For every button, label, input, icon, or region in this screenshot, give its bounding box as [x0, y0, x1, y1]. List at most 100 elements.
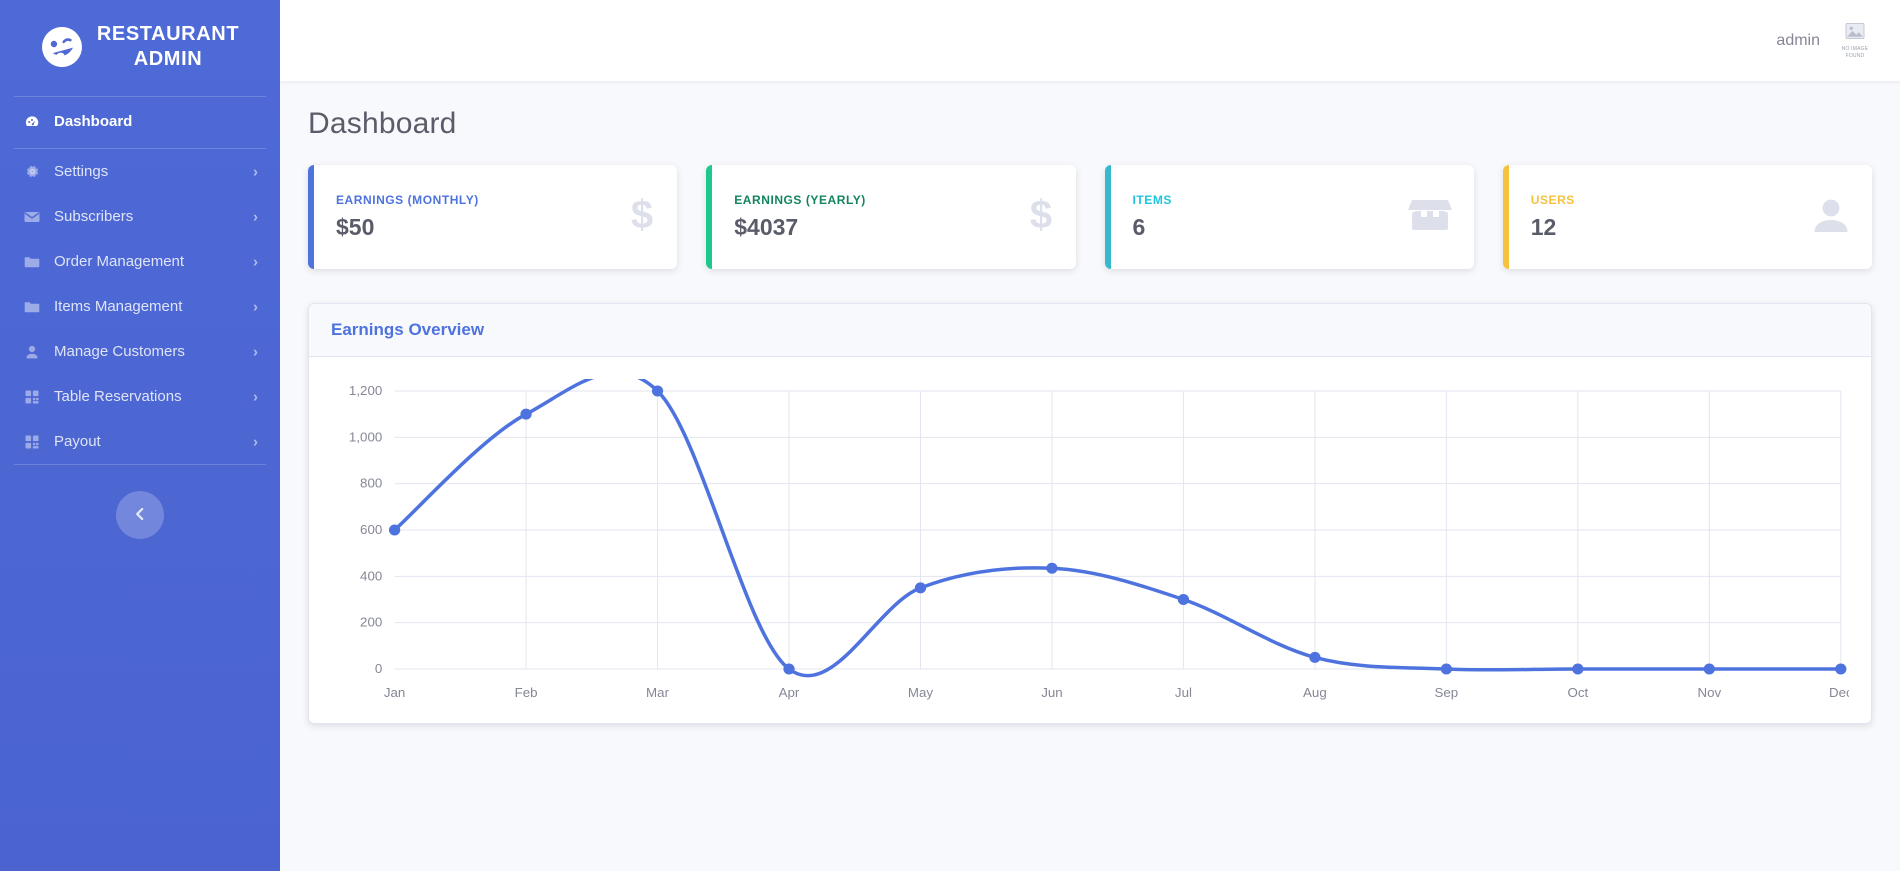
sidebar-item-label: Settings [54, 163, 108, 180]
chevron-right-icon: › [253, 298, 258, 315]
gauge-icon [22, 114, 42, 130]
user-icon [1812, 197, 1850, 238]
chart-data-point [520, 409, 531, 420]
avatar-caption: NO IMAGE FOUND [1842, 46, 1869, 59]
sidebar-item-manage-customers[interactable]: Manage Customers › [0, 329, 280, 374]
sidebar-item-label: Order Management [54, 253, 184, 270]
wink-smiley-icon [36, 21, 87, 72]
folder-icon [22, 256, 42, 268]
stat-card-earnings-monthly[interactable]: EARNINGS (MONTHLY) $50 $ [308, 165, 677, 269]
sidebar-item-label: Dashboard [54, 113, 132, 130]
dollar-icon: $ [629, 195, 655, 240]
stat-card-label: USERS [1531, 193, 1575, 207]
sidebar-item-settings[interactable]: Settings › [0, 149, 280, 194]
sidebar-nav: Dashboard [0, 97, 280, 148]
sidebar-nav-sections: Settings › Subscribers › [0, 149, 280, 464]
x-axis-tick-label: Aug [1303, 685, 1327, 700]
stat-card-text: EARNINGS (MONTHLY) $50 [336, 193, 479, 241]
dollar-icon: $ [1028, 195, 1054, 240]
sidebar-item-subscribers[interactable]: Subscribers › [0, 194, 280, 239]
chevron-right-icon: › [253, 208, 258, 225]
stat-cards: EARNINGS (MONTHLY) $50 $ EARNINGS (YEARL… [308, 165, 1872, 269]
sidebar-divider-bottom [14, 464, 266, 465]
store-icon [1408, 198, 1452, 237]
x-axis-tick-label: Jan [384, 685, 405, 700]
brand-logo[interactable]: RESTAURANT ADMIN [0, 0, 280, 96]
stat-card-text: EARNINGS (YEARLY) $4037 [734, 193, 866, 241]
stat-card-label: ITEMS [1133, 193, 1172, 207]
envelope-icon [22, 211, 42, 223]
svg-text:$: $ [631, 195, 653, 235]
stat-card-text: ITEMS 6 [1133, 193, 1172, 241]
avatar-caption-line-2: FOUND [1846, 53, 1865, 59]
avatar[interactable]: NO IMAGE FOUND [1832, 22, 1878, 59]
sidebar-item-table-reservations[interactable]: Table Reservations › [0, 374, 280, 419]
sidebar-item-payout[interactable]: Payout › [0, 419, 280, 464]
chart-data-point [1704, 664, 1715, 675]
brand-line-2: ADMIN [134, 48, 203, 70]
stat-card-value: 6 [1133, 214, 1172, 241]
sidebar-item-label: Table Reservations [54, 388, 182, 405]
y-axis-tick-label: 1,200 [349, 383, 382, 398]
chart-data-point [1572, 664, 1583, 675]
sidebar-item-label: Manage Customers [54, 343, 185, 360]
grid-icon [22, 435, 42, 449]
user-icon [22, 345, 42, 359]
x-axis-tick-label: Nov [1697, 685, 1721, 700]
chevron-right-icon: › [253, 163, 258, 180]
chart-data-point [1046, 563, 1057, 574]
y-axis-tick-label: 200 [360, 615, 382, 630]
chart-data-point [1178, 594, 1189, 605]
chart-data-point [1309, 652, 1320, 663]
x-axis-tick-label: Apr [779, 685, 800, 700]
x-axis-tick-label: May [908, 685, 934, 700]
stat-card-value: $4037 [734, 214, 866, 241]
x-axis-tick-label: Jun [1041, 685, 1062, 700]
page-content: Dashboard EARNINGS (MONTHLY) $50 $ [280, 81, 1900, 724]
topbar: admin NO IMAGE FOUND [280, 0, 1900, 81]
sidebar-collapse-row [0, 491, 280, 539]
stat-card-value: $50 [336, 214, 479, 241]
sidebar-item-dashboard[interactable]: Dashboard [0, 97, 280, 148]
x-axis-tick-label: Feb [515, 685, 538, 700]
sidebar: RESTAURANT ADMIN Dashboard [0, 0, 280, 871]
y-axis-tick-label: 800 [360, 476, 382, 491]
chart-data-point [1441, 664, 1452, 675]
chart-data-point [652, 386, 663, 397]
sidebar-item-items-management[interactable]: Items Management › [0, 284, 280, 329]
earnings-overview-panel: Earnings Overview 02004006008001,0001,20… [308, 303, 1872, 724]
chart-panel-header: Earnings Overview [309, 304, 1871, 357]
sidebar-collapse-button[interactable] [116, 491, 164, 539]
y-axis-tick-label: 1,000 [349, 429, 382, 444]
brand-text: RESTAURANT ADMIN [97, 22, 239, 72]
chart-panel-body: 02004006008001,0001,200JanFebMarAprMayJu… [309, 357, 1871, 723]
avatar-caption-line-1: NO IMAGE [1842, 46, 1869, 52]
app-root: RESTAURANT ADMIN Dashboard [0, 0, 1900, 871]
main-area: admin NO IMAGE FOUND Dashboard [280, 0, 1900, 871]
chart-title: Earnings Overview [331, 320, 484, 339]
chart-data-point [389, 525, 400, 536]
chevron-right-icon: › [253, 253, 258, 270]
x-axis-tick-label: Sep [1435, 685, 1459, 700]
y-axis-tick-label: 600 [360, 522, 382, 537]
broken-image-icon [1845, 22, 1865, 45]
x-axis-tick-label: Dec [1829, 685, 1849, 700]
chart-series-line [395, 379, 1841, 676]
stat-card-items[interactable]: ITEMS 6 [1105, 165, 1474, 269]
earnings-line-chart[interactable]: 02004006008001,0001,200JanFebMarAprMayJu… [331, 379, 1849, 709]
stat-card-label: EARNINGS (YEARLY) [734, 193, 866, 207]
chevron-left-icon [132, 506, 148, 525]
sidebar-item-label: Items Management [54, 298, 182, 315]
sidebar-item-label: Subscribers [54, 208, 133, 225]
x-axis-tick-label: Oct [1567, 685, 1588, 700]
chevron-right-icon: › [253, 343, 258, 360]
stat-card-earnings-yearly[interactable]: EARNINGS (YEARLY) $4037 $ [706, 165, 1075, 269]
stat-card-users[interactable]: USERS 12 [1503, 165, 1872, 269]
chart-data-point [915, 582, 926, 593]
grid-icon [22, 390, 42, 404]
x-axis-tick-label: Mar [646, 685, 670, 700]
brand-line-1: RESTAURANT [97, 23, 239, 45]
sidebar-item-label: Payout [54, 433, 101, 450]
sidebar-item-order-management[interactable]: Order Management › [0, 239, 280, 284]
svg-text:$: $ [1029, 195, 1051, 235]
